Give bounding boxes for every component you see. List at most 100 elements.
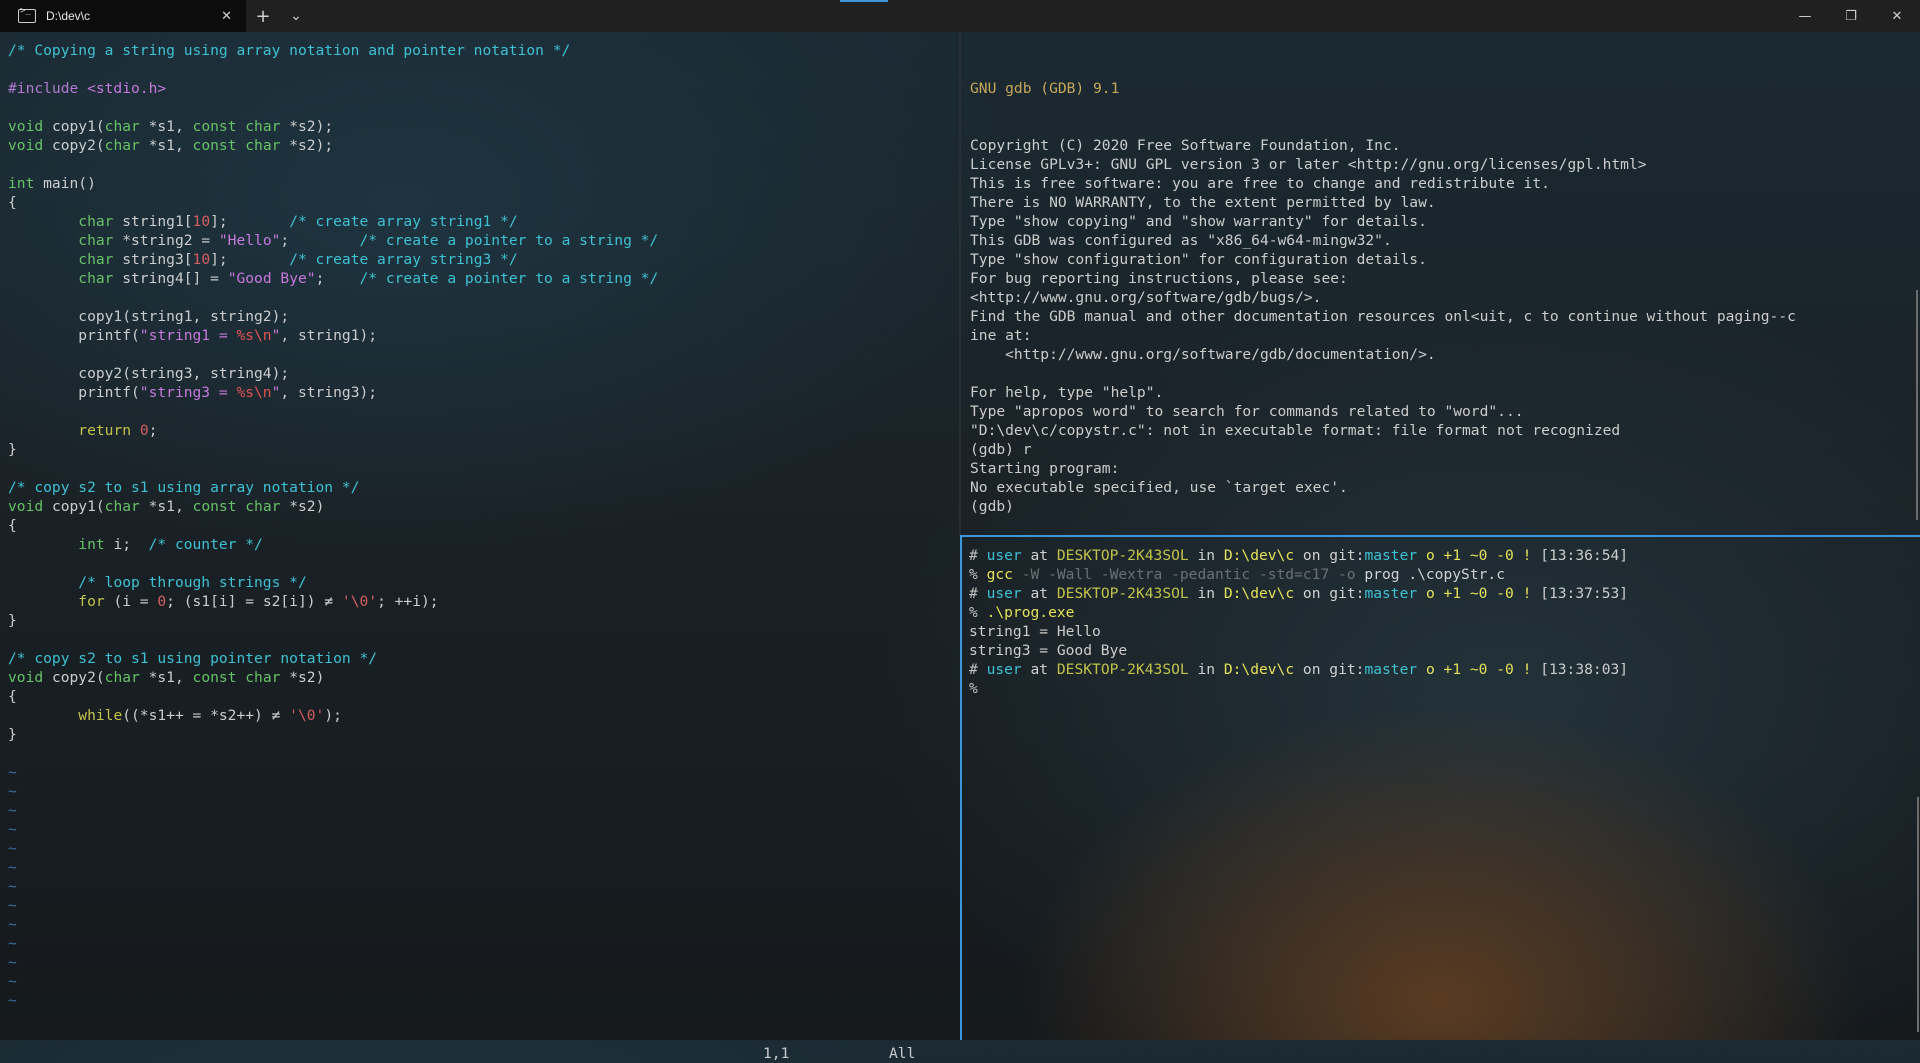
- code-token: ~: [8, 783, 17, 800]
- code-token: "string1 =: [139, 327, 237, 344]
- command-name: gcc: [986, 566, 1013, 583]
- prompt-percent: %: [969, 604, 987, 621]
- gdb-line: (gdb) r: [970, 441, 1032, 458]
- gdb-line: This is free software: you are free to c…: [970, 175, 1550, 192]
- code-token: printf(: [8, 327, 140, 344]
- shell-scrollbar[interactable]: [1917, 797, 1919, 1032]
- code-line: {: [8, 193, 658, 212]
- gdb-pane[interactable]: GNU gdb (GDB) 9.1 Copyright (C) 2020 Fre…: [961, 32, 1920, 535]
- code-token: /* Copying a string using array notation…: [8, 42, 571, 59]
- code-token: <stdio.h>: [87, 80, 167, 97]
- code-line: copy1(string1, string2);: [8, 307, 658, 326]
- code-token: *s2);: [280, 118, 334, 135]
- code-line: char string1[10]; /* create array string…: [8, 212, 658, 231]
- code-token: ~: [8, 992, 17, 1009]
- code-token: #include: [8, 80, 88, 97]
- code-line: /* loop through strings */: [8, 573, 658, 592]
- code-line: ~: [8, 896, 658, 915]
- code-area[interactable]: /* Copying a string using array notation…: [8, 41, 658, 1010]
- gdb-line: "D:\dev\c/copystr.c": not in executable …: [970, 422, 1621, 439]
- code-token: const char: [192, 137, 281, 154]
- code-token: while: [78, 707, 123, 724]
- prompt-host: DESKTOP-2K43SOL: [1056, 547, 1189, 564]
- code-token: 10: [192, 251, 211, 268]
- gdb-line: [970, 364, 1796, 383]
- code-line: void copy1(char *s1, const char *s2);: [8, 117, 658, 136]
- gdb-line: Copyright (C) 2020 Free Software Foundat…: [970, 137, 1401, 154]
- prompt-dir: D:\dev\c: [1223, 585, 1295, 602]
- prompt-git: git:: [1329, 585, 1365, 602]
- shell-pane[interactable]: # user at DESKTOP-2K43SOL in D:\dev\c on…: [960, 535, 1920, 1040]
- gdb-scrollbar[interactable]: [1916, 290, 1918, 520]
- code-line: int i; /* counter */: [8, 535, 658, 554]
- minimize-button[interactable]: —: [1782, 0, 1828, 32]
- output-line: string1 = Hello: [969, 623, 1101, 640]
- code-token: %s\n: [236, 327, 272, 344]
- code-line: for (i = 0; (s1[i] = s2[i]) ≠ '\0'; ++i)…: [8, 592, 658, 611]
- code-token: char: [104, 669, 140, 686]
- code-token: const char: [192, 669, 281, 686]
- prompt-hash: #: [969, 585, 987, 602]
- close-window-button[interactable]: ✕: [1874, 0, 1920, 32]
- gdb-line: Type "show configuration" for configurat…: [970, 251, 1427, 268]
- gdb-line: (gdb): [970, 498, 1014, 515]
- prompt-flags: o +1 ~0 -0 !: [1417, 585, 1541, 602]
- code-line: int main(): [8, 174, 658, 193]
- powershell-icon: [18, 6, 36, 23]
- code-token: copy2(string3, string4);: [8, 365, 290, 382]
- code-token: 0: [139, 422, 149, 439]
- prompt-time: [13:38:03]: [1540, 661, 1629, 678]
- code-line: copy2(string3, string4);: [8, 364, 658, 383]
- code-line: char *string2 = "Hello"; /* create a poi…: [8, 231, 658, 250]
- gdb-line: Type "apropos word" to search for comman…: [970, 403, 1524, 420]
- code-token: /* create array string3 */: [289, 251, 518, 268]
- code-token: /* create a pointer to a string */: [359, 270, 659, 287]
- prompt-percent: %: [969, 680, 987, 697]
- code-token: copy2(: [43, 669, 105, 686]
- code-line: ~: [8, 839, 658, 858]
- close-tab-icon[interactable]: ✕: [221, 9, 232, 24]
- prompt-dir: D:\dev\c: [1223, 547, 1295, 564]
- code-line: ~: [8, 972, 658, 991]
- prompt-branch: master: [1364, 585, 1418, 602]
- code-token: ;: [148, 422, 158, 439]
- code-token: ~: [8, 878, 17, 895]
- tab-dropdown-button[interactable]: ⌄: [286, 0, 306, 32]
- code-token: ];: [210, 251, 290, 268]
- tab-terminal[interactable]: D:\dev\c ✕: [0, 0, 246, 32]
- gdb-line: There is NO WARRANTY, to the extent perm…: [970, 194, 1436, 211]
- code-token: copy1(: [43, 498, 105, 515]
- command-name: .\prog.exe: [986, 604, 1075, 621]
- code-token: copy2(: [43, 137, 105, 154]
- output-line: string3 = Good Bye: [969, 642, 1128, 659]
- prompt-branch: master: [1364, 661, 1418, 678]
- gdb-line: Starting program:: [970, 460, 1120, 477]
- editor-pane[interactable]: /* Copying a string using array notation…: [0, 32, 959, 1062]
- code-token: *s2): [280, 669, 325, 686]
- prompt-text: in: [1188, 547, 1224, 564]
- code-line: }: [8, 611, 658, 630]
- code-line: char string3[10]; /* create array string…: [8, 250, 658, 269]
- gdb-line: <http://www.gnu.org/software/gdb/bugs/>.: [970, 289, 1322, 306]
- cursor-position: 1,1: [763, 1045, 790, 1062]
- code-token: , string3);: [280, 384, 378, 401]
- command-line: % gcc -W -Wall -Wextra -pedantic -std=c1…: [969, 565, 1628, 584]
- code-token: }: [8, 612, 17, 629]
- maximize-button[interactable]: ❐: [1828, 0, 1874, 32]
- code-token: int: [78, 536, 105, 553]
- code-token: int: [8, 175, 35, 192]
- new-tab-button[interactable]: +: [252, 0, 274, 32]
- code-line: void copy2(char *s1, const char *s2): [8, 668, 658, 687]
- code-line: ~: [8, 801, 658, 820]
- code-token: "string3 =: [139, 384, 237, 401]
- prompt-text: at: [1021, 547, 1057, 564]
- prompt-user: user: [986, 585, 1022, 602]
